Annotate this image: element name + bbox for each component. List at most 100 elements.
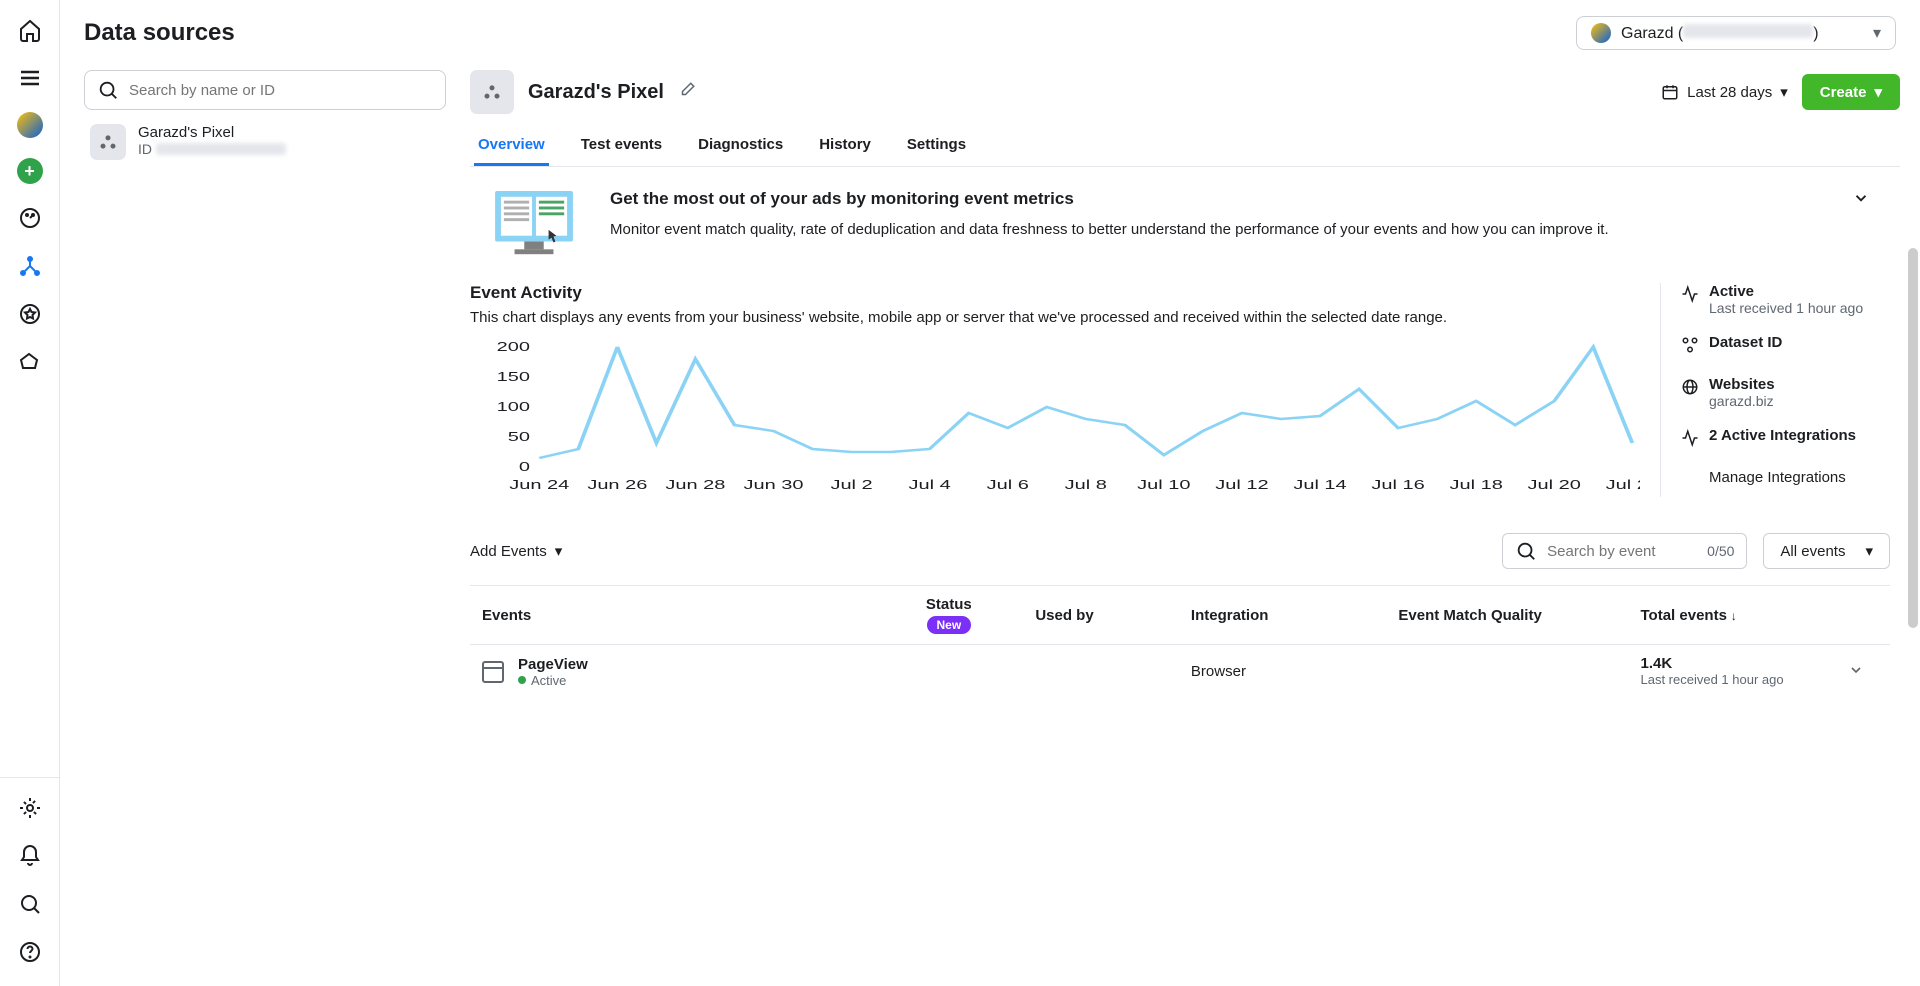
event-status: Active [518,673,588,688]
col-used-by: Used by [1035,607,1191,624]
account-name: Garazd () [1621,24,1819,43]
home-icon[interactable] [16,16,44,44]
monitor-illustration-icon [490,189,578,261]
event-total-sub: Last received 1 hour ago [1641,672,1848,689]
svg-text:Jul 18: Jul 18 [1449,477,1502,492]
col-status: Status New [862,596,1035,634]
calendar-icon [1661,83,1679,101]
svg-text:Jun 28: Jun 28 [665,477,725,492]
event-name: PageView [518,656,588,673]
svg-text:Jul 12: Jul 12 [1215,477,1268,492]
brand-logo-icon[interactable] [17,112,43,138]
add-events-dropdown[interactable]: Add Events ▾ [470,542,562,560]
meta-active-sub: Last received 1 hour ago [1709,300,1863,316]
banner-title: Get the most out of your ads by monitori… [610,189,1609,209]
chevron-down-icon[interactable] [1852,189,1870,212]
svg-text:Jul 4: Jul 4 [909,477,951,492]
sources-search-input[interactable] [129,82,433,99]
svg-text:Jul 22: Jul 22 [1606,477,1640,492]
tab-history[interactable]: History [815,126,875,166]
chevron-down-icon: ▾ [1874,83,1882,101]
col-integration: Integration [1191,607,1399,624]
connections-icon[interactable] [16,252,44,280]
tab-settings[interactable]: Settings [903,126,970,166]
gear-icon[interactable] [16,794,44,822]
event-search[interactable]: 0/50 [1502,533,1747,569]
svg-text:100: 100 [497,399,530,414]
search-icon [1515,540,1537,562]
chevron-down-icon: ▾ [555,542,563,560]
edit-icon[interactable] [678,81,696,104]
activity-icon [1681,429,1699,451]
tab-diagnostics[interactable]: Diagnostics [694,126,787,166]
table-row[interactable]: PageView Active Browser 1.4K Last receiv… [470,645,1890,699]
scrollbar[interactable] [1908,248,1918,628]
svg-text:Jul 14: Jul 14 [1293,477,1346,492]
source-list-item[interactable]: Garazd's Pixel ID [84,110,446,174]
events-table: Events Status New Used by Integration Ev… [470,585,1890,699]
sources-search[interactable] [84,70,446,110]
activity-icon [1681,285,1699,307]
svg-text:200: 200 [497,342,530,354]
source-name: Garazd's Pixel [138,124,286,141]
svg-text:Jul 16: Jul 16 [1371,477,1424,492]
events-filter-dropdown[interactable]: All events ▾ [1763,533,1890,569]
meta-integrations-label: 2 Active Integrations [1709,427,1856,444]
globe-icon [1681,378,1699,400]
svg-text:Jun 26: Jun 26 [587,477,647,492]
svg-text:Jun 24: Jun 24 [509,477,569,492]
status-dot-icon [518,676,526,684]
info-banner: Get the most out of your ads by monitori… [470,167,1890,283]
help-icon[interactable] [16,938,44,966]
col-emq: Event Match Quality [1398,607,1640,624]
account-selector[interactable]: Garazd () ▾ [1576,16,1896,50]
activity-title: Event Activity [470,283,1640,303]
source-meta-panel: Active Last received 1 hour ago Dataset … [1660,283,1890,497]
meta-active-label: Active [1709,283,1863,300]
search-icon [97,79,119,101]
search-icon[interactable] [16,890,44,918]
event-search-count: 0/50 [1707,543,1734,559]
menu-icon[interactable] [16,64,44,92]
add-icon[interactable]: + [17,158,43,184]
svg-text:Jul 2: Jul 2 [830,477,872,492]
col-events: Events [482,607,862,624]
svg-text:Jul 8: Jul 8 [1065,477,1107,492]
detail-tabs: Overview Test events Diagnostics History… [470,126,1900,167]
col-total[interactable]: Total events↓ [1641,607,1848,624]
left-nav-rail: + [0,0,60,986]
chevron-down-icon: ▾ [1873,23,1881,43]
chevron-down-icon: ▾ [1865,542,1873,560]
svg-text:Jun 30: Jun 30 [743,477,803,492]
event-total: 1.4K [1641,655,1848,672]
bell-icon[interactable] [16,842,44,870]
date-range-selector[interactable]: Last 28 days ▾ [1661,83,1788,101]
sources-list-panel: Garazd's Pixel ID [60,58,470,986]
svg-text:50: 50 [508,429,530,444]
chevron-down-icon[interactable] [1848,662,1878,682]
gauge-icon[interactable] [16,204,44,232]
banner-body: Monitor event match quality, rate of ded… [610,219,1609,240]
svg-text:0: 0 [519,459,530,474]
event-search-input[interactable] [1547,543,1697,560]
source-detail: Garazd's Pixel Last 28 days ▾ Create ▾ [470,58,1920,986]
star-icon[interactable] [16,300,44,328]
svg-text:Jul 10: Jul 10 [1137,477,1190,492]
activity-desc: This chart displays any events from your… [470,307,1640,328]
meta-websites-label: Websites [1709,376,1775,393]
chevron-down-icon: ▾ [1780,83,1788,101]
manage-integrations-link[interactable]: Manage Integrations [1681,469,1890,486]
svg-text:Jul 6: Jul 6 [987,477,1029,492]
browser-icon [482,661,504,683]
tab-test-events[interactable]: Test events [577,126,666,166]
dataset-icon [1681,336,1699,358]
svg-text:Jul 20: Jul 20 [1528,477,1581,492]
new-badge: New [927,616,972,634]
source-title: Garazd's Pixel [528,81,664,104]
svg-text:150: 150 [497,369,530,384]
pixel-icon [90,124,126,160]
tab-overview[interactable]: Overview [474,126,549,166]
event-activity-chart: 0 50 100 150 200 Jun 24 Jun 26 Jun 28 Jun 30 Jul … [470,342,1640,497]
tag-icon[interactable] [16,348,44,376]
create-button[interactable]: Create ▾ [1802,74,1900,110]
